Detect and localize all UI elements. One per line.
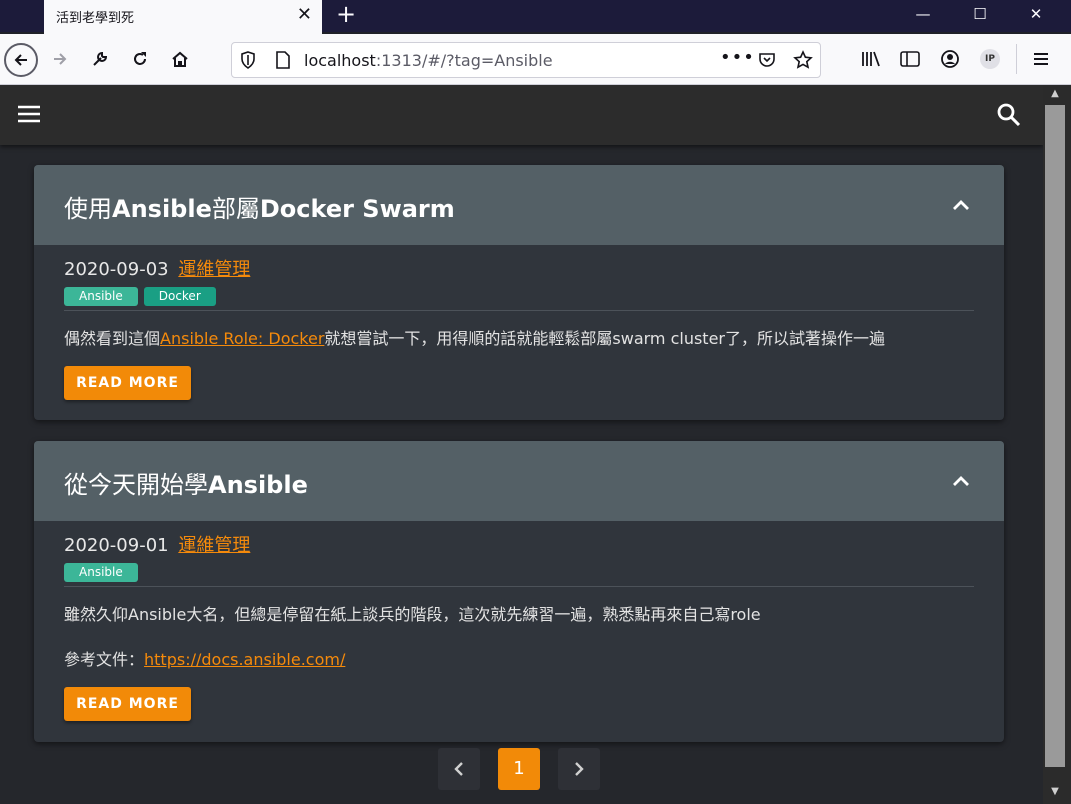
url-text[interactable]: localhost:1313/#/?tag=Ansible bbox=[304, 51, 553, 70]
scroll-thumb[interactable] bbox=[1045, 105, 1065, 767]
tag-list: Ansible Docker bbox=[64, 287, 216, 306]
account-icon[interactable] bbox=[935, 44, 965, 74]
next-page-button[interactable] bbox=[558, 748, 600, 790]
url-bar[interactable]: localhost:1313/#/?tag=Ansible ••• bbox=[231, 42, 821, 78]
reference-link[interactable]: https://docs.ansible.com/ bbox=[144, 650, 345, 669]
tag-chip[interactable]: Ansible bbox=[64, 287, 138, 306]
summary-link[interactable]: Ansible Role: Docker bbox=[160, 329, 324, 348]
post-meta: 2020-09-01 運維管理 bbox=[64, 531, 250, 557]
toolbar-divider bbox=[1016, 44, 1017, 74]
scroll-down-icon[interactable]: ▼ bbox=[1047, 786, 1063, 800]
collapse-chevron-icon[interactable] bbox=[952, 472, 970, 491]
tag-chip[interactable]: Ansible bbox=[64, 563, 138, 582]
post-card: 使用Ansible部屬Docker Swarm 2020-09-03 運維管理 … bbox=[34, 165, 1004, 420]
post-title[interactable]: 使用Ansible部屬Docker Swarm bbox=[64, 189, 455, 224]
tab-title: 活到老學到死 bbox=[56, 11, 135, 26]
back-button[interactable] bbox=[3, 42, 39, 78]
post-summary: 雖然久仰Ansible大名，但總是停留在紙上談兵的階段，這次就先練習一遍，熟悉點… bbox=[64, 605, 761, 624]
post-summary: 偶然看到這個Ansible Role: Docker就想嘗試一下，用得順的話就能… bbox=[64, 329, 886, 348]
shield-icon[interactable] bbox=[240, 51, 256, 73]
new-tab-icon[interactable]: + bbox=[332, 0, 360, 30]
scroll-up-icon[interactable]: ▲ bbox=[1047, 88, 1063, 102]
prev-page-button[interactable] bbox=[438, 748, 480, 790]
post-meta: 2020-09-03 運維管理 bbox=[64, 255, 250, 281]
post-header[interactable]: 從今天開始學Ansible bbox=[34, 441, 1004, 521]
post-date: 2020-09-01 bbox=[64, 535, 169, 556]
read-more-button[interactable]: READ MORE bbox=[64, 687, 191, 721]
home-icon[interactable] bbox=[165, 44, 195, 74]
divider bbox=[64, 310, 974, 311]
post-title[interactable]: 從今天開始學Ansible bbox=[64, 465, 308, 500]
divider bbox=[64, 586, 974, 587]
tab-close-icon[interactable]: ✕ bbox=[297, 4, 312, 26]
window-close-icon[interactable]: ✕ bbox=[1008, 0, 1064, 30]
forward-arrow-icon[interactable] bbox=[45, 44, 75, 74]
post-header[interactable]: 使用Ansible部屬Docker Swarm bbox=[34, 165, 1004, 245]
app-bar bbox=[0, 85, 1043, 145]
page-viewport: 使用Ansible部屬Docker Swarm 2020-09-03 運維管理 … bbox=[0, 85, 1043, 804]
post-card: 從今天開始學Ansible 2020-09-01 運維管理 Ansible 雖然… bbox=[34, 441, 1004, 742]
category-link[interactable]: 運維管理 bbox=[178, 535, 250, 556]
page-info-icon[interactable] bbox=[276, 51, 290, 73]
browser-toolbar: localhost:1313/#/?tag=Ansible ••• IP bbox=[0, 34, 1071, 85]
tag-list: Ansible bbox=[64, 563, 138, 582]
back-arrow-icon bbox=[4, 43, 38, 77]
sidebar-icon[interactable] bbox=[895, 44, 925, 74]
bookmark-star-icon[interactable] bbox=[793, 50, 813, 74]
tag-chip[interactable]: Docker bbox=[143, 287, 216, 306]
category-link[interactable]: 運維管理 bbox=[178, 259, 250, 280]
collapse-chevron-icon[interactable] bbox=[952, 196, 970, 215]
browser-tab[interactable]: 活到老學到死 ✕ bbox=[44, 0, 322, 34]
post-date: 2020-09-03 bbox=[64, 259, 169, 280]
ip-extension-icon[interactable]: IP bbox=[975, 44, 1005, 74]
more-actions-icon[interactable]: ••• bbox=[720, 47, 755, 68]
library-icon[interactable] bbox=[855, 44, 885, 74]
maximize-icon[interactable]: ☐ bbox=[952, 0, 1008, 30]
minimize-icon[interactable]: — bbox=[895, 0, 951, 30]
wrench-icon[interactable] bbox=[85, 44, 115, 74]
menu-icon[interactable] bbox=[1026, 44, 1056, 74]
reload-icon[interactable] bbox=[125, 44, 155, 74]
read-more-button[interactable]: READ MORE bbox=[64, 366, 191, 400]
page-scrollbar[interactable]: ▲ ▼ bbox=[1043, 85, 1071, 804]
browser-titlebar: 活到老學到死 ✕ + — ☐ ✕ bbox=[0, 0, 1071, 34]
search-icon[interactable] bbox=[996, 102, 1022, 132]
page-number-button[interactable]: 1 bbox=[498, 748, 540, 790]
hamburger-menu-icon[interactable] bbox=[17, 104, 41, 128]
pocket-icon[interactable] bbox=[758, 51, 776, 73]
reference-line: 參考文件：https://docs.ansible.com/ bbox=[64, 650, 346, 669]
